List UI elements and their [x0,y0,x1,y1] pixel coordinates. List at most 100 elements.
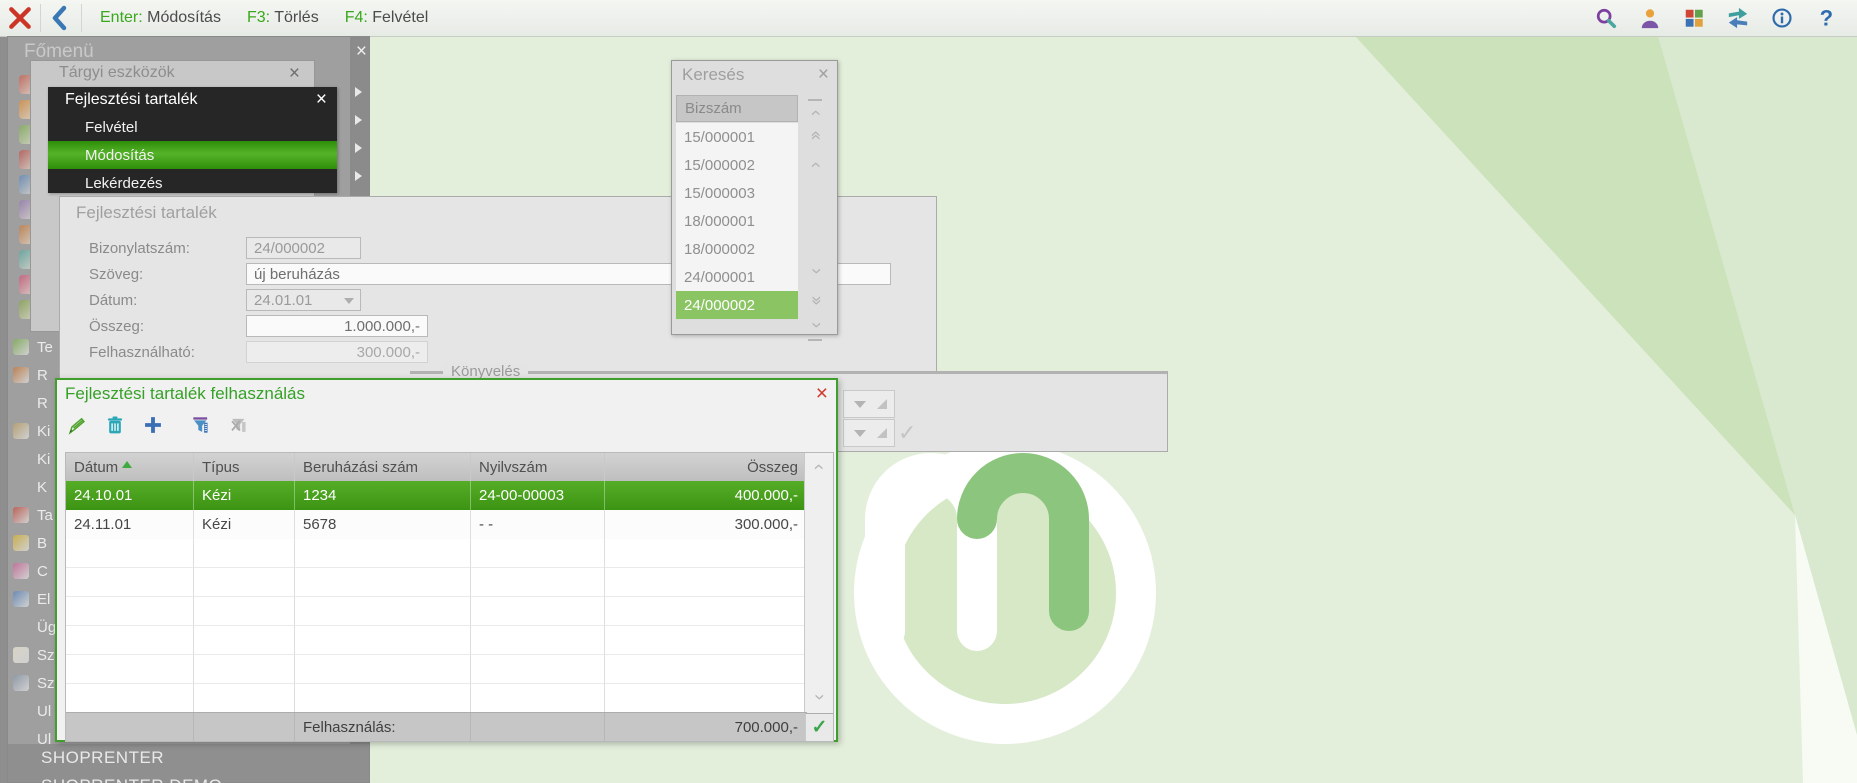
delete-icon[interactable] [99,408,131,442]
search-result-value: 15/000001 [684,128,755,146]
chevron-down-icon [344,298,354,304]
sidebar-item-label: Sz [37,646,55,664]
close-icon[interactable]: × [289,64,300,83]
search-result-row[interactable]: 15/000003 [676,179,798,208]
table-cell [194,597,295,626]
edit-icon[interactable] [61,408,93,442]
submenu-arrow-icon[interactable] [355,87,362,97]
column-header-beruházási szám[interactable]: Beruházási szám [295,453,471,481]
search-result-value: 18/000002 [684,240,755,258]
field-input-dátum[interactable]: 24.01.01 [246,289,361,311]
user-icon[interactable] [1633,3,1667,33]
scroll-down-icon[interactable]: › [806,315,827,335]
table-cell: 400.000,- [605,481,807,510]
shortcut-hints: Enter: Módosítás F3: Törlés F4: Felvétel [100,9,428,27]
sidebar-item-label: Ta [37,506,53,524]
apps-grid-icon[interactable] [1677,3,1711,33]
table-cell [295,568,471,597]
scroll-down-icon[interactable]: › [809,687,830,707]
table-scrollbar[interactable]: › › [804,453,833,715]
app-root: Enter: Módosítás F3: Törlés F4: Felvétel [0,0,1857,783]
column-header-dátum[interactable]: Dátum [66,453,194,481]
konyveles-spinner-2[interactable] [843,419,895,447]
search-result-row[interactable]: 18/000002 [676,235,798,264]
search-result-row[interactable]: 24/000002 [676,291,798,320]
sort-ascending-icon [122,460,133,468]
column-header-típus[interactable]: Típus [194,453,295,481]
corner-triangle-icon [877,399,887,409]
sidebar-item-label: Te [37,338,53,356]
back-icon[interactable] [41,0,81,36]
footer-usage-label: Felhasználás: [295,713,471,741]
scroll-down-icon[interactable]: ›› [806,289,827,309]
shortcut-action: Felvétel [372,9,429,26]
add-icon[interactable] [137,408,169,442]
help-icon[interactable]: ? [1809,3,1843,33]
table-cell: 5678 [295,510,471,539]
search-result-row[interactable]: 15/000001 [676,123,798,152]
scroll-up-icon[interactable]: › [808,457,829,477]
search-result-row[interactable]: 18/000001 [676,207,798,236]
konyveles-spinner-1[interactable] [843,390,895,418]
sidebar-item-label: Ki [37,450,51,468]
window-usage: Fejlesztési tartalék felhasználás × Dátu… [55,378,838,742]
table-row[interactable]: 24.11.01 Kézi 5678- -300.000,- [66,510,807,539]
shortcut-key: F4: [344,9,373,26]
table-cell [295,626,471,655]
column-header-összeg[interactable]: Összeg [605,453,807,481]
submenu-arrow-icon[interactable] [355,143,362,153]
search-result-value: 15/000003 [684,184,755,202]
window-search: Keresés × Bizszám 15/000001 15/000002 15/0… [671,60,838,341]
submenu-window-title: Tárgyi eszközök [59,64,175,81]
column-header-nyilvszám[interactable]: Nyilvszám [471,453,605,481]
scroll-end-bar [808,99,822,101]
footer-check-icon: ✓ [805,713,833,741]
search-result-row[interactable]: 24/000001 [676,263,798,292]
table-cell [295,539,471,568]
table-cell [605,626,807,655]
field-input-bizonylatszám[interactable]: 24/000002 [246,237,361,259]
scroll-down-icon[interactable]: › [806,261,827,281]
transfer-arrows-icon[interactable] [1721,3,1755,33]
filter-clear-icon[interactable] [223,408,255,442]
shortcut-hint: Enter: Módosítás [100,9,221,27]
close-icon[interactable]: × [316,90,327,109]
toolbar-right-icons: ? [1589,3,1857,33]
close-icon[interactable] [0,0,40,36]
close-icon[interactable]: × [356,42,367,61]
menu-item-icon [13,507,29,523]
footer-brand-label: SHOPRENTER DEMO [41,776,222,783]
submenu-arrow-icon[interactable] [355,171,362,181]
sidebar-item-label: K [37,478,48,496]
field-input-összeg[interactable]: 1.000.000,- [246,315,428,337]
info-icon[interactable] [1765,3,1799,33]
menu-item-felvétel[interactable]: Felvétel [48,113,337,141]
menu-item-lekérdezés[interactable]: Lekérdezés [48,169,337,193]
brand-watermark-logo [854,442,1156,744]
table-cell [471,626,605,655]
scroll-up-icon[interactable]: ›› [805,127,826,147]
context-menu-fejlesztesi-tartalek: Fejlesztési tartalék × Felvétel Módosítás… [48,87,337,193]
close-icon[interactable]: × [816,383,828,404]
field-label: Bizonylatszám: [89,240,190,257]
detail-form-title: Fejlesztési tartalék [76,203,217,222]
table-row[interactable]: 24.10.01 Kézi 1234 24-00-00003 400.000,- [66,481,807,510]
desktop-left-strip [0,36,7,783]
search-result-row[interactable]: 15/000002 [676,151,798,180]
field-input-felhasználható[interactable]: 300.000,- [246,341,428,363]
scroll-up-icon[interactable]: › [805,155,826,175]
table-empty-row [66,539,807,568]
search-icon[interactable] [1589,3,1623,33]
footer-cell [194,713,295,741]
table-empty-row [66,568,807,597]
shortcut-action: Módosítás [147,9,221,26]
close-icon[interactable]: × [818,65,829,84]
scroll-up-icon[interactable]: › [805,103,826,123]
submenu-arrow-icon[interactable] [355,115,362,125]
shortcut-hint: F3: Törlés [247,9,319,27]
table-cell: Kézi [194,510,295,539]
filter-icon[interactable] [185,408,217,442]
field-label: Összeg: [89,318,145,335]
menu-item-módosítás[interactable]: Módosítás [48,141,337,169]
menu-item-icon [13,647,29,663]
